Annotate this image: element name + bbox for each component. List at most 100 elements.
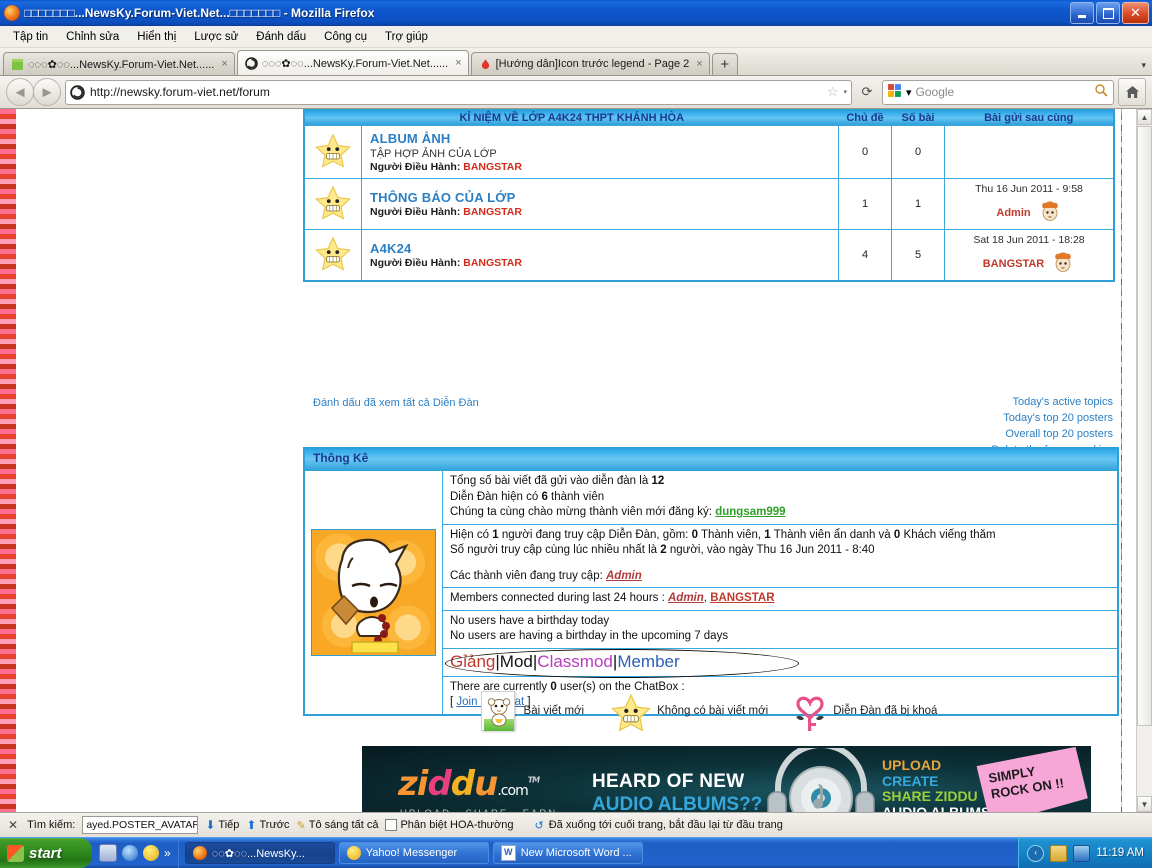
rank-classmod[interactable]: Classmod	[537, 652, 613, 671]
page-scrollbar[interactable]: ▲ ▼	[1136, 109, 1152, 812]
forum-legend: Bài viết mới Không có bài viết mới Diễn …	[303, 691, 1115, 732]
browser-window: □□□□□□□...NewsKy.Forum-Viet.Net...□□□□□□…	[0, 0, 1152, 868]
logo-i: i	[416, 764, 429, 804]
forum-description: TẬP HỢP ẢNH CỦA LỚP	[370, 148, 497, 160]
locked-forum-icon	[794, 691, 825, 731]
statistics-title: Thông Kê	[305, 449, 1117, 471]
banner-headline-1: HEARD OF NEW	[592, 771, 745, 792]
taskbar: start » ◌◌✿◌◌...NewsKy... Yahoo! Messeng…	[0, 837, 1152, 868]
close-button[interactable]: ✕	[1122, 2, 1149, 24]
rank-member[interactable]: Member	[617, 652, 679, 671]
taskbar-item-word[interactable]: W New Microsoft Word ...	[492, 842, 643, 864]
connected-user-link[interactable]: Admin	[668, 592, 704, 604]
chevron-down-icon[interactable]: ▾	[906, 86, 912, 99]
clipboard-icon[interactable]	[1050, 844, 1068, 862]
find-previous-button[interactable]: ⬆ Trước	[246, 818, 289, 832]
taskbar-item-firefox[interactable]: ◌◌✿◌◌...NewsKy...	[184, 842, 335, 864]
tab-close-icon[interactable]: ×	[693, 58, 702, 70]
highlight-all-label: Tô sáng tất cả	[308, 819, 379, 831]
chevron-more-icon[interactable]: »	[164, 846, 171, 860]
home-button[interactable]	[1118, 78, 1146, 106]
scroll-up-arrow[interactable]: ▲	[1137, 109, 1152, 125]
forum-link[interactable]: ALBUM ẢNH	[370, 131, 451, 146]
yahoo-messenger-icon[interactable]	[143, 845, 159, 861]
link-todays-active-topics[interactable]: Today's active topics	[991, 394, 1113, 410]
scroll-down-arrow[interactable]: ▼	[1137, 796, 1152, 812]
user-online-link[interactable]: Admin	[606, 570, 642, 582]
tab-1[interactable]: ◌◌◌✿◌◌...NewsKy.Forum-Viet.Net...... ×	[3, 52, 235, 75]
find-previous-label: Trước	[259, 819, 290, 831]
birthday-today: No users have a birthday today	[450, 614, 610, 627]
users-online-label: Các thành viên đang truy cập:	[450, 569, 603, 582]
connected-24h-label: Members connected during last 24 hours :	[450, 592, 665, 604]
link-todays-top-posters[interactable]: Today's top 20 posters	[991, 410, 1113, 426]
moderator-name[interactable]: BANGSTAR	[463, 206, 522, 218]
banner-feature-list: UPLOAD CREATE SHARE ZIDDU AUDIO ALBUMS F…	[882, 757, 990, 812]
legend-item-no-new-posts: Không có bài viết mới	[610, 693, 768, 732]
ziddu-advertisement-banner[interactable]: ziddu.comTM UPLOAD - SHARE - EARN HEARD …	[362, 746, 1091, 812]
match-case-checkbox[interactable]: Phân biệt HOA-thường	[385, 819, 514, 831]
chevron-down-icon[interactable]: ▾	[843, 88, 847, 96]
category-title: KỈ NIỆM VỀ LỚP A4K24 THPT KHÁNH HÒA	[304, 110, 839, 126]
reload-button[interactable]: ⟳	[856, 81, 878, 103]
taskbar-clock[interactable]: 11:19 AM	[1096, 847, 1144, 859]
column-last-post: Bài gửi sau cùng	[944, 110, 1114, 126]
tab-3[interactable]: [Hướng dẫn]Icon trước legend - Page 2 ×	[470, 52, 710, 75]
menu-item-tools[interactable]: Công cụ	[315, 29, 376, 45]
connected-user-link[interactable]: BANGSTAR	[710, 592, 774, 604]
find-input[interactable]: ayed.POSTER_AVATAR}	[82, 816, 199, 834]
rank-mod[interactable]: Mod	[500, 652, 533, 671]
forum-name-cell: ALBUM ẢNH TẬP HỢP ẢNH CỦA LỚP Người Điều…	[361, 125, 839, 179]
moderator-name[interactable]: BANGSTAR	[463, 257, 522, 269]
yahoo-messenger-icon	[346, 846, 361, 860]
total-posts-value: 12	[651, 475, 665, 487]
forward-button[interactable]: ►	[33, 78, 61, 106]
close-icon[interactable]: ✕	[8, 818, 20, 832]
mark-all-read-link[interactable]: Đánh dấu đã xem tất cả Diễn Đàn	[313, 397, 479, 409]
title-bar: □□□□□□□...NewsKy.Forum-Viet.Net...□□□□□□…	[0, 0, 1152, 26]
media-player-icon[interactable]	[99, 844, 117, 862]
internet-explorer-icon[interactable]	[122, 845, 138, 861]
record-mid-label: người, vào ngày	[669, 544, 754, 556]
menu-item-edit[interactable]: Chỉnh sửa	[57, 29, 128, 45]
online-value: 1	[492, 528, 499, 541]
search-icon[interactable]	[1094, 83, 1109, 101]
new-tab-button[interactable]: +	[711, 53, 738, 75]
record-value: 2	[660, 544, 667, 556]
minimize-button[interactable]	[1070, 2, 1094, 24]
tab-2[interactable]: ◌◌◌✿◌◌...NewsKy.Forum-Viet.Net...... ×	[236, 50, 469, 75]
search-input[interactable]: Google	[916, 85, 1090, 99]
menu-item-history[interactable]: Lược sử	[185, 29, 247, 45]
list-all-tabs-icon[interactable]: ▾	[1141, 60, 1146, 71]
forum-link[interactable]: A4K24	[370, 241, 411, 256]
forum-link[interactable]: THÔNG BÁO CỦA LỚP	[370, 190, 515, 205]
menu-item-bookmarks[interactable]: Đánh dấu	[247, 29, 315, 45]
legend-item-new-posts: Bài viết mới	[480, 691, 584, 731]
newest-member-link[interactable]: dungsam999	[715, 506, 785, 518]
logo-z: z	[398, 764, 418, 804]
rank-giang[interactable]: Gỉảng	[450, 652, 495, 671]
taskbar-item-yahoo-messenger[interactable]: Yahoo! Messenger	[338, 842, 489, 864]
forum-status-icon-cell	[303, 125, 362, 179]
menu-item-view[interactable]: Hiển thị	[128, 29, 185, 45]
address-bar[interactable]: http://newsky.forum-viet.net/forum ☆ ▾	[65, 79, 852, 105]
last-post-author[interactable]: BANGSTAR	[983, 258, 1045, 270]
network-icon[interactable]	[1073, 844, 1091, 862]
tab-favicon	[245, 56, 258, 70]
maximize-button[interactable]	[1096, 2, 1120, 24]
search-box[interactable]: ▾ Google	[882, 79, 1114, 105]
show-hidden-icon[interactable]: ‹	[1027, 844, 1045, 862]
menu-item-help[interactable]: Trợ giúp	[376, 29, 437, 45]
scrollbar-thumb[interactable]	[1137, 126, 1152, 726]
tab-close-icon[interactable]: ×	[452, 57, 461, 69]
link-overall-top-posters[interactable]: Overall top 20 posters	[991, 426, 1113, 442]
last-post-author[interactable]: Admin	[996, 207, 1030, 219]
back-button[interactable]: ◄	[6, 78, 34, 106]
find-next-button[interactable]: ⬇ Tiếp	[205, 818, 239, 832]
bookmark-star-icon[interactable]: ☆	[827, 84, 839, 100]
tab-close-icon[interactable]: ×	[218, 58, 227, 70]
highlight-all-button[interactable]: ✎ Tô sáng tất cả	[297, 819, 379, 832]
window-title: □□□□□□□...NewsKy.Forum-Viet.Net...□□□□□□…	[24, 5, 375, 20]
moderator-name[interactable]: BANGSTAR	[463, 161, 522, 173]
menu-item-file[interactable]: Tập tin	[4, 29, 57, 45]
